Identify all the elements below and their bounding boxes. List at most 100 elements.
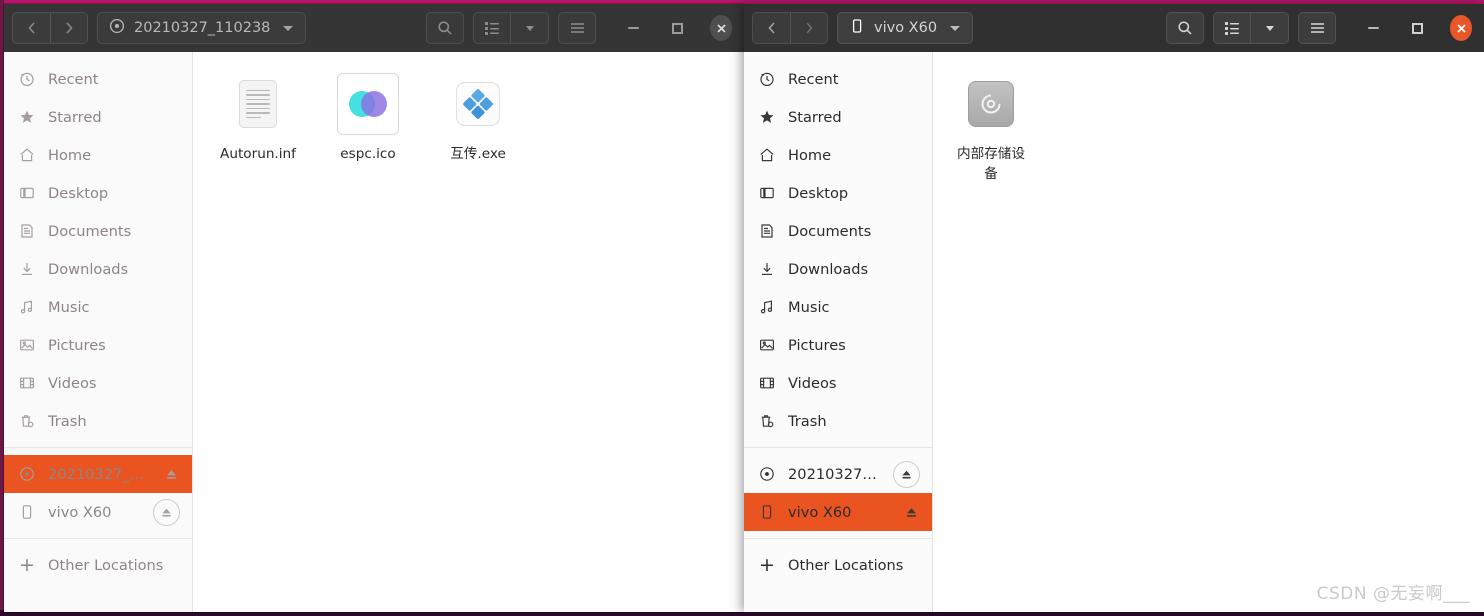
sidebar-item-label: Desktop <box>48 184 109 202</box>
path-label: 20210327_110238 <box>134 20 271 36</box>
sidebar-item-label: Pictures <box>788 336 846 354</box>
view-list-button[interactable] <box>473 12 511 44</box>
file-list-right[interactable]: 内部存储设备 CSDN @无妄啊___ <box>933 52 1484 612</box>
sidebar-item-label: Home <box>48 146 92 164</box>
file-item[interactable]: 内部存储设备 <box>943 66 1039 192</box>
sidebar-item-downloads[interactable]: Downloads <box>4 250 192 288</box>
sidebar-item-pictures[interactable]: Pictures <box>744 326 932 364</box>
sidebar-item-pictures[interactable]: Pictures <box>4 326 192 364</box>
sidebar-item-other-locations[interactable]: + Other Locations <box>744 546 932 584</box>
navigation-buttons-left[interactable] <box>12 12 88 44</box>
path-bar-left[interactable]: 20210327_110238 <box>97 12 307 44</box>
maximize-button[interactable] <box>666 17 688 39</box>
sidebar-item-documents[interactable]: Documents <box>744 212 932 250</box>
back-button[interactable] <box>13 13 50 43</box>
sidebar-item-downloads[interactable]: Downloads <box>744 250 932 288</box>
sidebar-item-documents[interactable]: Documents <box>4 212 192 250</box>
sidebar-item-label: Trash <box>788 412 827 430</box>
sidebar-item-home[interactable]: Home <box>4 136 192 174</box>
minimize-button[interactable] <box>622 17 644 39</box>
sidebar-item-vivo-x60[interactable]: vivo X60 <box>4 493 192 531</box>
window-controls-right[interactable] <box>1362 15 1472 41</box>
forward-button[interactable] <box>50 13 87 43</box>
forward-button[interactable] <box>790 13 827 43</box>
main-menu-button[interactable] <box>558 12 596 44</box>
titlebar-right: vivo X60 <box>744 4 1484 52</box>
file-manager-window-right[interactable]: vivo X60 Recent Starred Home Desktop Doc… <box>744 4 1484 612</box>
file-item[interactable]: espc.ico <box>313 66 423 173</box>
window-controls-left[interactable] <box>622 15 732 41</box>
phone-icon <box>18 503 36 521</box>
sidebar-item-music[interactable]: Music <box>744 288 932 326</box>
star-icon <box>758 108 776 126</box>
sidebar-item-label: Desktop <box>788 184 849 202</box>
plus-icon: + <box>19 553 35 576</box>
sidebar-item-other-locations[interactable]: + Other Locations <box>4 546 192 584</box>
sidebar-item-vivo-x60[interactable]: vivo X60 <box>744 493 932 531</box>
sidebar-item-label: Downloads <box>788 260 869 278</box>
view-options-dropdown[interactable] <box>1251 12 1289 44</box>
sidebar-item-recent[interactable]: Recent <box>4 60 192 98</box>
star-icon <box>18 108 36 126</box>
sidebar-item-disc-volume[interactable]: 20210327_11… <box>744 455 932 493</box>
file-item[interactable]: Autorun.inf <box>203 66 313 173</box>
maximize-button[interactable] <box>1406 17 1428 39</box>
sidebar-item-videos[interactable]: Videos <box>4 364 192 402</box>
file-list-left[interactable]: Autorun.inf espc.ico 互传.exe <box>193 52 744 612</box>
file-item[interactable]: 互传.exe <box>423 66 533 173</box>
sidebar-item-disc-volume[interactable]: 20210327_11… <box>4 455 192 493</box>
sidebar-item-music[interactable]: Music <box>4 288 192 326</box>
sidebar-item-label: Documents <box>48 222 132 240</box>
music-icon <box>758 298 776 316</box>
sidebar-item-trash[interactable]: Trash <box>744 402 932 440</box>
eject-button[interactable] <box>153 498 180 526</box>
sidebar-item-starred[interactable]: Starred <box>744 98 932 136</box>
navigation-buttons-right[interactable] <box>752 12 828 44</box>
image-ico-icon <box>336 72 400 136</box>
phone-icon <box>758 503 776 521</box>
sidebar-left[interactable]: Recent Starred Home Desktop Documents Do… <box>4 52 193 612</box>
sidebar-item-trash[interactable]: Trash <box>4 402 192 440</box>
sidebar-item-label: Videos <box>788 374 837 392</box>
sidebar-item-starred[interactable]: Starred <box>4 98 192 136</box>
back-button[interactable] <box>753 13 790 43</box>
file-manager-window-left[interactable]: 20210327_110238 Recent Starred Home Desk… <box>4 4 744 612</box>
eject-button[interactable] <box>903 504 920 521</box>
sidebar-divider <box>744 538 932 539</box>
sidebar-item-videos[interactable]: Videos <box>744 364 932 402</box>
path-label: vivo X60 <box>874 20 938 36</box>
sidebar-item-label: Starred <box>788 108 842 126</box>
view-options-dropdown[interactable] <box>511 12 549 44</box>
view-list-button[interactable] <box>1213 12 1251 44</box>
pictures-icon <box>18 336 36 354</box>
videos-icon <box>18 374 36 392</box>
sidebar-item-home[interactable]: Home <box>744 136 932 174</box>
close-button[interactable] <box>710 15 732 41</box>
sidebar-item-label: 20210327_11… <box>788 465 881 483</box>
sidebar-item-desktop[interactable]: Desktop <box>4 174 192 212</box>
sidebar-item-label: Home <box>788 146 832 164</box>
sidebar-item-recent[interactable]: Recent <box>744 60 932 98</box>
path-bar-right[interactable]: vivo X60 <box>837 12 974 44</box>
sidebar-item-desktop[interactable]: Desktop <box>744 174 932 212</box>
text-document-icon <box>226 72 290 136</box>
close-button[interactable] <box>1450 15 1472 41</box>
sidebar-divider <box>4 538 192 539</box>
sidebar-item-label: Documents <box>788 222 872 240</box>
search-button[interactable] <box>1166 12 1204 44</box>
eject-button[interactable] <box>893 460 920 488</box>
home-icon <box>18 146 36 164</box>
desktop-icon <box>758 184 776 202</box>
sidebar-item-label: 20210327_11… <box>48 465 151 483</box>
main-menu-button[interactable] <box>1298 12 1336 44</box>
minimize-button[interactable] <box>1362 17 1384 39</box>
sidebar-item-label: Recent <box>788 70 839 88</box>
search-button[interactable] <box>426 12 464 44</box>
trash-icon <box>18 412 36 430</box>
file-name: espc.ico <box>340 146 396 162</box>
sidebar-divider <box>4 447 192 448</box>
pictures-icon <box>758 336 776 354</box>
eject-button[interactable] <box>163 466 180 483</box>
sidebar-item-label: vivo X60 <box>788 503 852 521</box>
sidebar-right[interactable]: Recent Starred Home Desktop Documents Do… <box>744 52 933 612</box>
